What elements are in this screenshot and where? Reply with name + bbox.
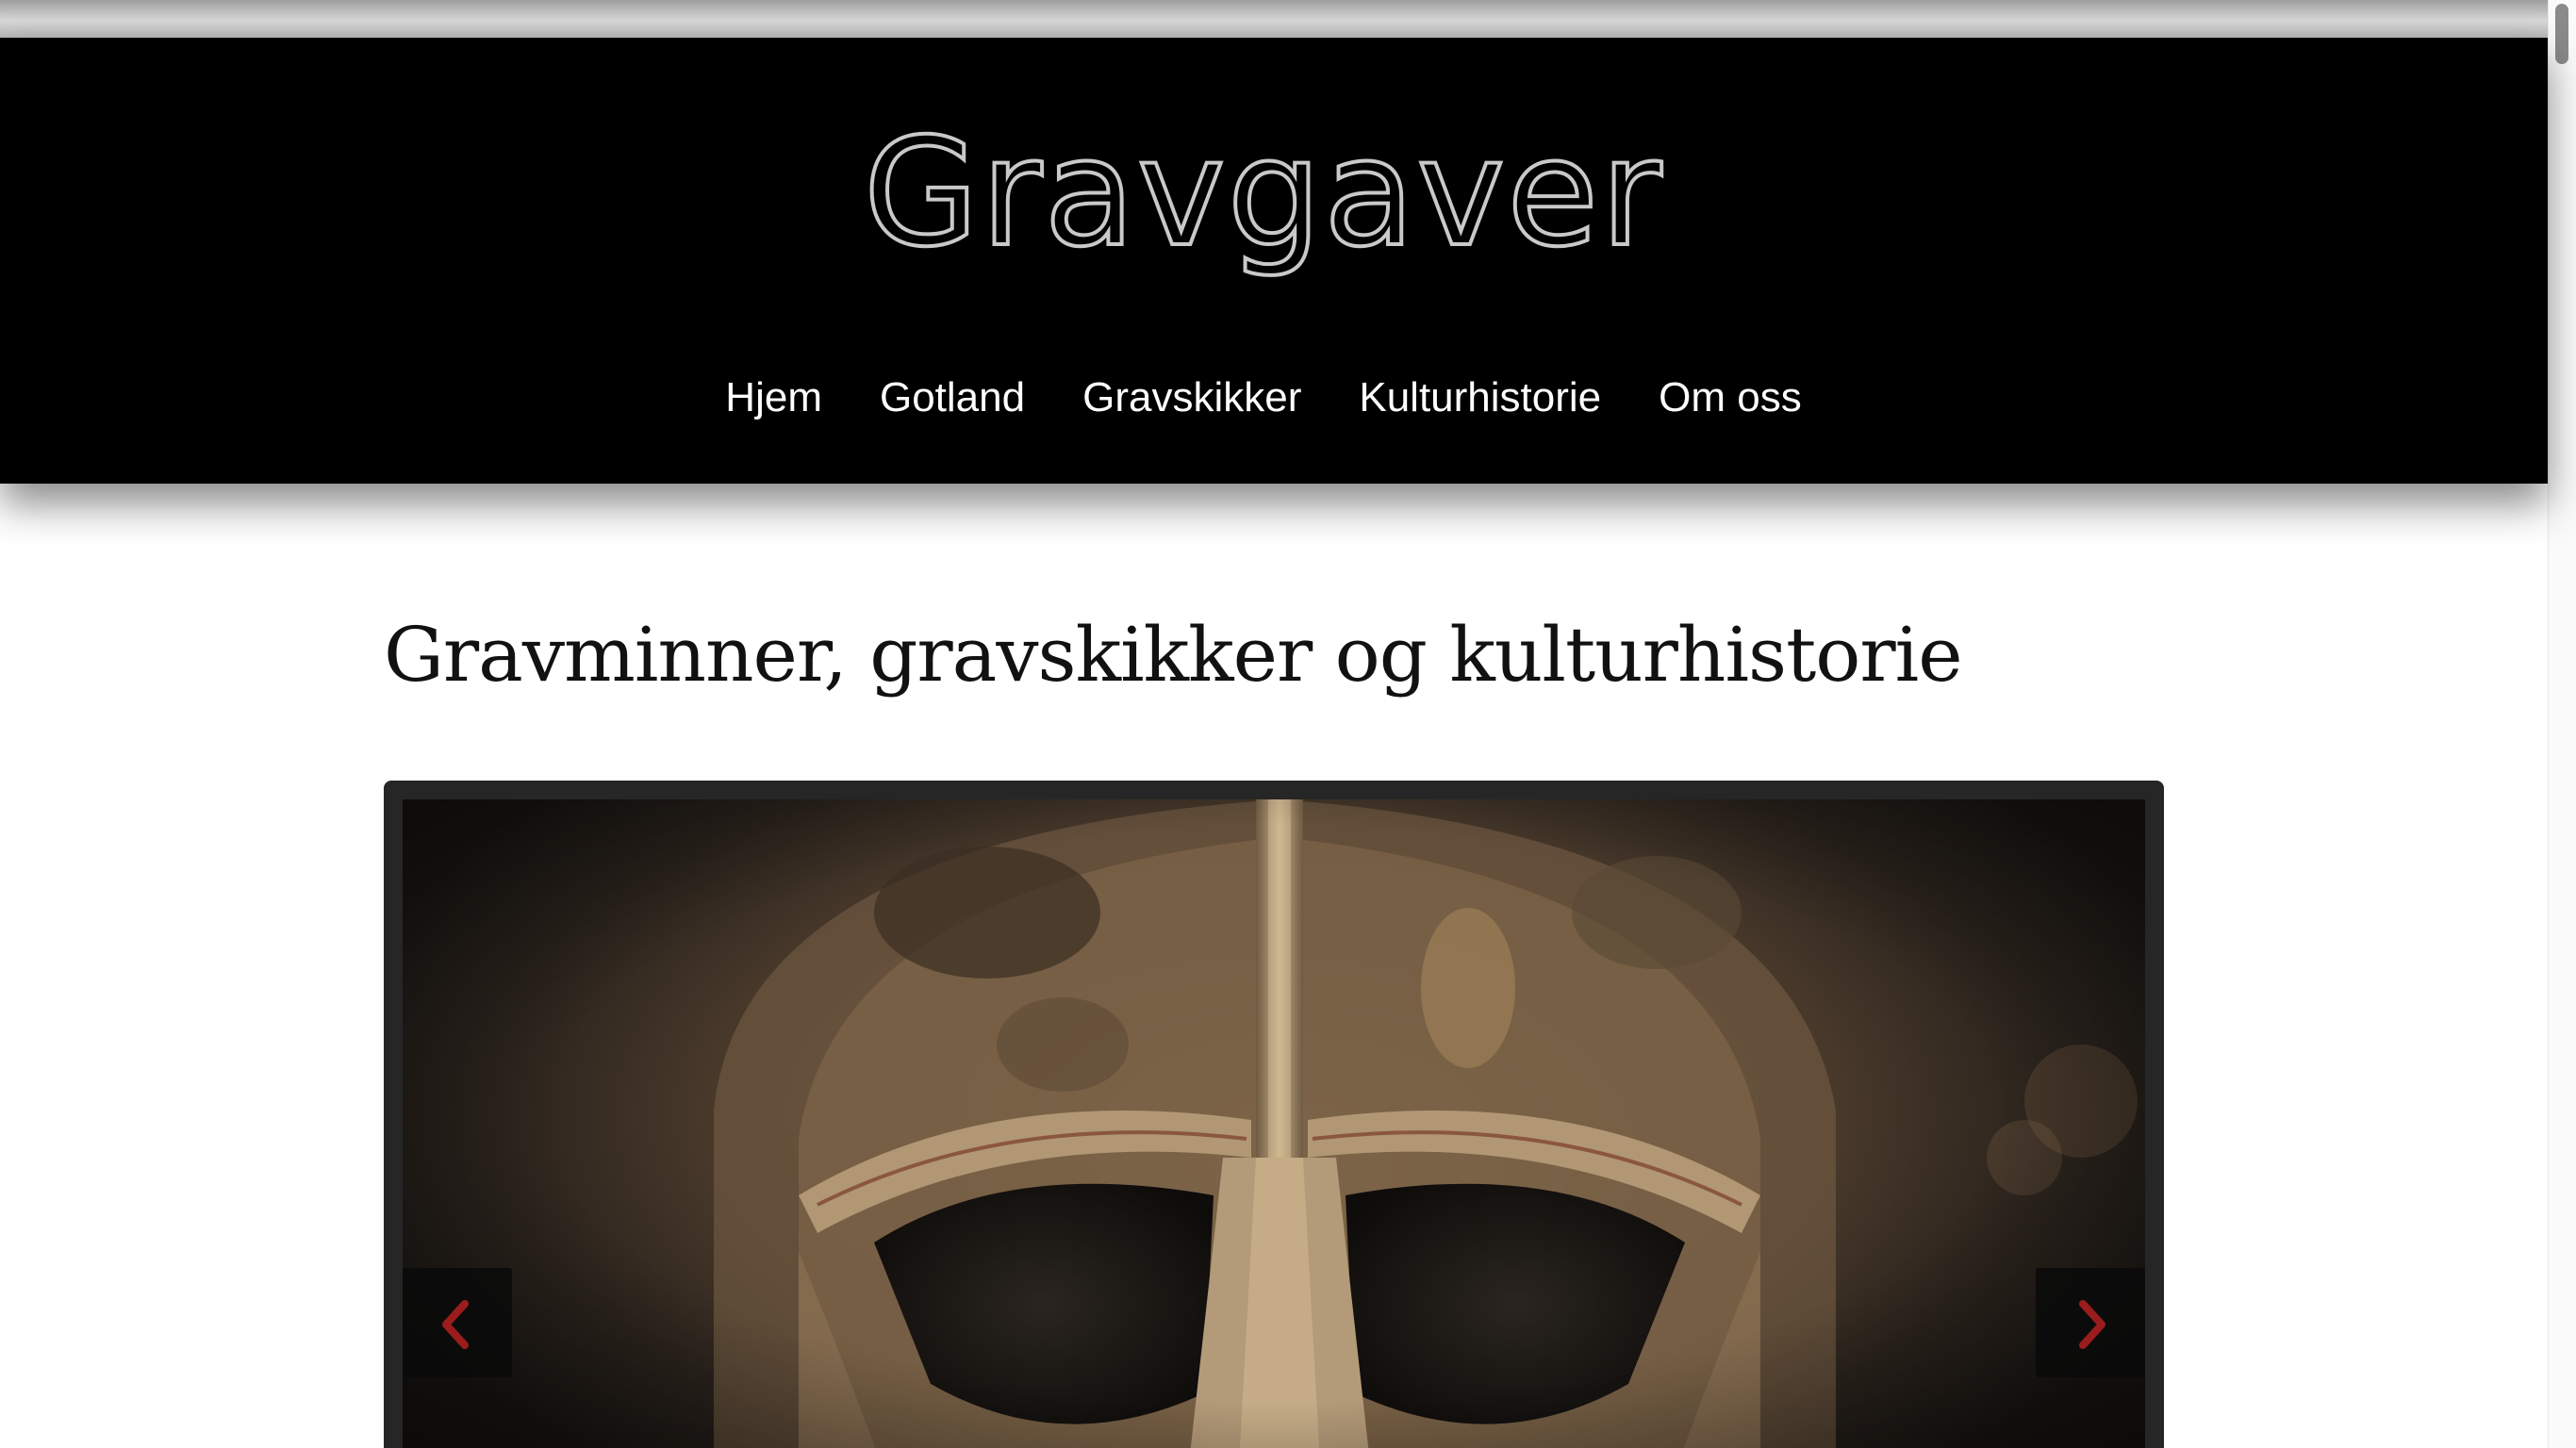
browser-top-shadow	[0, 0, 2548, 38]
site-logo[interactable]: Gravgaver	[0, 104, 2527, 283]
nav-item-hjem[interactable]: Hjem	[725, 370, 822, 426]
nav-item-gotland[interactable]: Gotland	[880, 370, 1025, 426]
slide-image-helmet	[403, 799, 2145, 1448]
nav-item-kulturhistorie[interactable]: Kulturhistorie	[1359, 370, 1601, 426]
site-header: Gravgaver Hjem Gotland Gravskikker Kultu…	[0, 38, 2548, 484]
scrollbar-thumb[interactable]	[2555, 4, 2568, 64]
nav-item-gravskikker[interactable]: Gravskikker	[1082, 370, 1301, 426]
chevron-left-icon	[442, 1300, 469, 1349]
slider-prev-button[interactable]	[403, 1268, 512, 1377]
image-slider	[384, 781, 2164, 1448]
chevron-right-icon	[2079, 1300, 2105, 1349]
nav-item-om-oss[interactable]: Om oss	[1659, 370, 1802, 426]
page-title: Gravminner, gravskikker og kulturhistori…	[384, 611, 1963, 699]
page: Gravgaver Hjem Gotland Gravskikker Kultu…	[0, 0, 2576, 1448]
vertical-scrollbar[interactable]	[2548, 0, 2576, 1448]
helmet-illustration	[403, 799, 2145, 1448]
slider-next-button[interactable]	[2036, 1268, 2145, 1377]
main-nav: Hjem Gotland Gravskikker Kulturhistorie …	[0, 370, 2527, 426]
